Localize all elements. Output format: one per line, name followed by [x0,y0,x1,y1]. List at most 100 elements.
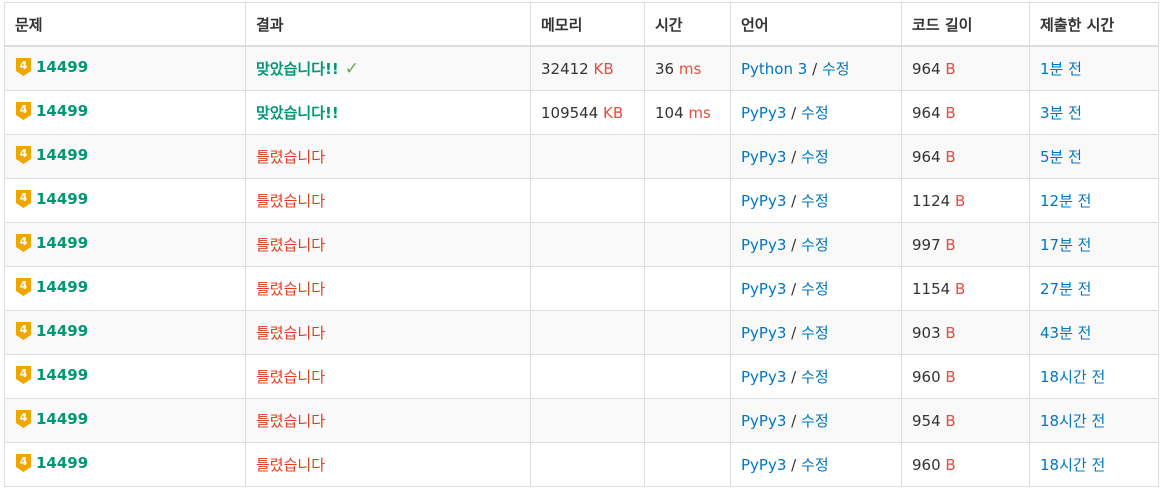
problem-id-link[interactable]: 14499 [36,410,88,428]
edit-link[interactable]: 수정 [801,412,829,430]
submitted-time-link[interactable]: 1분 전 [1040,60,1082,78]
cell-memory [530,354,645,399]
code-length-value: 954 [912,411,941,430]
problem-id-link[interactable]: 14499 [36,278,88,296]
problem-id-link[interactable]: 14499 [36,146,88,164]
code-length-unit: B [945,147,956,166]
problem-id-link[interactable]: 14499 [36,190,88,208]
problem-link-group[interactable]: 4 14499 [15,57,88,77]
language-link[interactable]: PyPy3 [741,236,786,254]
cell-time [644,178,731,223]
cell-code-length: 1124 B [901,178,1030,223]
submitted-time-link[interactable]: 43분 전 [1040,324,1091,342]
edit-link[interactable]: 수정 [801,148,829,166]
edit-link[interactable]: 수정 [801,104,829,122]
cell-language: PyPy3 / 수정 [730,90,902,135]
submission-rows: 4 14499 맞았습니다!! ✓ 32412 KB 36 ms Python 3 / 수정… [4,45,1159,487]
cell-memory [530,310,645,355]
cell-result: 틀렸습니다 [245,442,531,487]
cell-memory [530,398,645,443]
svg-text:4: 4 [20,411,28,424]
cell-problem: 4 14499 [4,222,246,267]
submitted-time-link[interactable]: 18시간 전 [1040,412,1105,430]
language-link[interactable]: PyPy3 [741,104,786,122]
problem-id-link[interactable]: 14499 [36,322,88,340]
edit-link[interactable]: 수정 [801,192,829,210]
cell-problem: 4 14499 [4,354,246,399]
header-problem[interactable]: 문제 [4,2,246,47]
language-link[interactable]: PyPy3 [741,456,786,474]
header-time[interactable]: 시간 [644,2,731,47]
header-language[interactable]: 언어 [730,2,902,47]
language-link[interactable]: PyPy3 [741,324,786,342]
problem-link-group[interactable]: 4 14499 [15,233,88,253]
cell-submitted-time: 12분 전 [1029,178,1159,223]
problem-link-group[interactable]: 4 14499 [15,365,88,385]
edit-link[interactable]: 수정 [801,324,829,342]
problem-link-group[interactable]: 4 14499 [15,409,88,429]
edit-link[interactable]: 수정 [801,368,829,386]
memory-unit: KB [593,59,614,78]
cell-language: PyPy3 / 수정 [730,310,902,355]
svg-text:4: 4 [20,191,28,204]
cell-submitted-time: 43분 전 [1029,310,1159,355]
code-length-unit: B [945,455,956,474]
cell-time: 104 ms [644,90,731,135]
submitted-time-link[interactable]: 12분 전 [1040,192,1091,210]
header-memory[interactable]: 메모리 [530,2,645,47]
cell-submitted-time: 18시간 전 [1029,354,1159,399]
submitted-time-link[interactable]: 18시간 전 [1040,456,1105,474]
cell-language: PyPy3 / 수정 [730,178,902,223]
submitted-time-link[interactable]: 27분 전 [1040,280,1091,298]
time-value: 104 [655,103,684,122]
problem-id-link[interactable]: 14499 [36,234,88,252]
problem-link-group[interactable]: 4 14499 [15,453,88,473]
cell-language: Python 3 / 수정 [730,45,902,91]
code-length-unit: B [954,279,966,298]
header-submitted-time[interactable]: 제출한 시간 [1029,2,1159,47]
svg-text:4: 4 [20,455,28,468]
header-result[interactable]: 결과 [245,2,531,47]
time-unit: ms [688,103,711,122]
edit-link[interactable]: 수정 [801,236,829,254]
cell-result: 틀렸습니다 [245,178,531,223]
problem-link-group[interactable]: 4 14499 [15,277,88,297]
cell-code-length: 964 B [901,90,1030,135]
language-separator: / [791,456,797,474]
problem-link-group[interactable]: 4 14499 [15,321,88,341]
language-separator: / [791,104,797,122]
result-text: 틀렸습니다 [256,192,326,210]
language-link[interactable]: PyPy3 [741,148,786,166]
cell-time [644,310,731,355]
cell-submitted-time: 18시간 전 [1029,442,1159,487]
submitted-time-link[interactable]: 3분 전 [1040,104,1082,122]
cell-language: PyPy3 / 수정 [730,398,902,443]
language-link[interactable]: PyPy3 [741,192,786,210]
language-link[interactable]: PyPy3 [741,368,786,386]
header-code-length[interactable]: 코드 길이 [901,2,1030,47]
problem-id-link[interactable]: 14499 [36,102,88,120]
language-link[interactable]: Python 3 [741,60,807,78]
problem-link-group[interactable]: 4 14499 [15,101,88,121]
submitted-time-link[interactable]: 18시간 전 [1040,368,1105,386]
code-length-unit: B [954,191,966,210]
edit-link[interactable]: 수정 [801,456,829,474]
language-link[interactable]: PyPy3 [741,412,786,430]
result-text: 틀렸습니다 [256,456,326,474]
problem-link-group[interactable]: 4 14499 [15,189,88,209]
memory-value: 32412 [541,59,589,78]
table-row: 4 14499 틀렸습니다 PyPy3 / 수정 1124 B 12분 전 [4,178,1159,223]
cell-code-length: 960 B [901,354,1030,399]
problem-id-link[interactable]: 14499 [36,366,88,384]
cell-submitted-time: 18시간 전 [1029,398,1159,443]
edit-link[interactable]: 수정 [801,280,829,298]
language-link[interactable]: PyPy3 [741,280,786,298]
problem-id-link[interactable]: 14499 [36,58,88,76]
result-text: 맞았습니다!! [256,60,339,78]
problem-link-group[interactable]: 4 14499 [15,145,88,165]
problem-id-link[interactable]: 14499 [36,454,88,472]
edit-link[interactable]: 수정 [822,60,850,78]
submitted-time-link[interactable]: 5분 전 [1040,148,1082,166]
submitted-time-link[interactable]: 17분 전 [1040,236,1091,254]
language-separator: / [791,412,797,430]
